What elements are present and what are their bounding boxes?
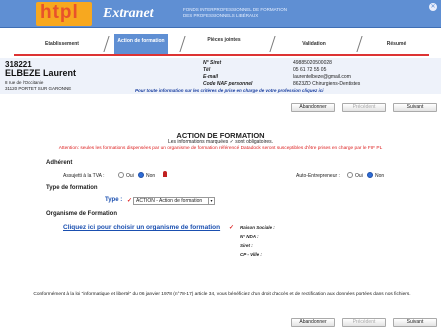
tva-oui-label: Oui bbox=[126, 173, 134, 179]
step-action-label: Action de formation bbox=[117, 38, 165, 44]
next-button-bottom[interactable]: Suivant bbox=[393, 318, 437, 327]
close-icon[interactable]: ✕ bbox=[429, 3, 437, 11]
organisme-heading: Organisme de Formation bbox=[46, 211, 118, 217]
step-separator bbox=[179, 36, 186, 52]
header-banner: htpl Extranet FONDS INTERPROFESSIONNEL D… bbox=[0, 0, 441, 28]
type-select[interactable]: ACTION - Action de formation ▾ bbox=[133, 197, 215, 205]
tva-non-radio[interactable] bbox=[138, 172, 144, 178]
naf-label: Code NAF personnel bbox=[203, 81, 253, 87]
adherent-heading: Adhérent bbox=[46, 160, 73, 166]
required-check-icon: ✓ bbox=[229, 225, 235, 231]
tagline-line-2: DES PROFESSIONNELS LIBÉRAUX bbox=[183, 13, 259, 18]
type-selected-value: ACTION - Action de formation bbox=[136, 198, 203, 204]
required-check-icon: ✓ bbox=[127, 198, 133, 204]
cp-ville-label: CP - Ville : bbox=[240, 252, 262, 257]
auto-non-radio[interactable] bbox=[367, 172, 373, 178]
auto-non-label: Non bbox=[375, 173, 385, 179]
type-label: Type : bbox=[105, 197, 123, 203]
brand-title: Extranet bbox=[103, 6, 154, 21]
email-label: E-mail bbox=[203, 74, 219, 80]
datadock-warning: Attention: seules les formations dispens… bbox=[58, 146, 383, 151]
previous-button-bottom[interactable]: Précédent bbox=[342, 318, 386, 327]
siret-value: 49885020500028 bbox=[293, 60, 332, 66]
privacy-notice: Conformément à la loi "informatique et l… bbox=[33, 292, 411, 297]
step-separator bbox=[103, 36, 110, 52]
logo-text: htpl bbox=[40, 2, 79, 23]
choose-organisme-link[interactable]: Cliquez ici pour choisir un organisme de… bbox=[63, 224, 220, 231]
step-pieces-jointes[interactable]: Pièces jointes bbox=[194, 37, 254, 43]
criteria-link[interactable]: Pour toute information sur les critères … bbox=[135, 88, 324, 93]
step-validation[interactable]: Validation bbox=[284, 41, 344, 47]
address-line-2: 31120 PORTET SUR GARONNE bbox=[5, 85, 72, 91]
auto-oui-label: Oui bbox=[355, 173, 363, 179]
step-etablissement[interactable]: Etablissement bbox=[32, 41, 92, 47]
tva-label: Assujetti à la TVA : bbox=[63, 173, 105, 179]
chevron-down-icon: ▾ bbox=[208, 198, 214, 204]
tel-value: 05 61 72 55 05 bbox=[293, 67, 327, 73]
nda-label: N° NDA : bbox=[240, 234, 259, 239]
siret-organisme-label: Siret : bbox=[240, 243, 253, 248]
previous-button-top[interactable]: Précédent bbox=[342, 103, 386, 112]
next-button-top[interactable]: Suivant bbox=[393, 103, 437, 112]
step-separator bbox=[356, 36, 363, 52]
abandon-button-bottom[interactable]: Abandonner bbox=[291, 318, 335, 327]
tel-label: Tél bbox=[203, 67, 211, 73]
raison-sociale-label: Raison Sociale : bbox=[240, 225, 275, 230]
establishment-info: 318221 ELBEZE Laurent 8 rue de l'Occitan… bbox=[0, 58, 441, 94]
abandon-button-top[interactable]: Abandonner bbox=[291, 103, 335, 112]
tva-oui-radio[interactable] bbox=[118, 172, 124, 178]
auto-entrepreneur-label: Auto-Entrepreneur : bbox=[296, 173, 340, 179]
type-heading: Type de formation bbox=[46, 185, 98, 191]
tagline: FONDS INTERPROFESSIONNEL DE FORMATION DE… bbox=[183, 7, 287, 19]
naf-value: 8623ZD Chirurgiens-Dentistes bbox=[293, 81, 361, 87]
step-action-formation[interactable]: Action de formation bbox=[114, 34, 168, 54]
siret-label: N° Siret bbox=[203, 60, 222, 66]
tva-non-label: Non bbox=[146, 173, 156, 179]
establishment-name: ELBEZE Laurent bbox=[5, 68, 77, 78]
step-resume[interactable]: Résumé bbox=[369, 41, 424, 47]
establishment-address: 8 rue de l'Occitanie 31120 PORTET SUR GA… bbox=[5, 80, 71, 91]
pin-icon bbox=[163, 171, 167, 177]
wizard-steps: Etablissement Action de formation Pièces… bbox=[14, 34, 429, 56]
step-separator bbox=[269, 36, 276, 52]
section-subtitle: Les informations marquées ✓ sont obligat… bbox=[167, 139, 274, 145]
auto-oui-radio[interactable] bbox=[347, 172, 353, 178]
email-value: laurentelbeze@gmail.com bbox=[293, 74, 351, 80]
